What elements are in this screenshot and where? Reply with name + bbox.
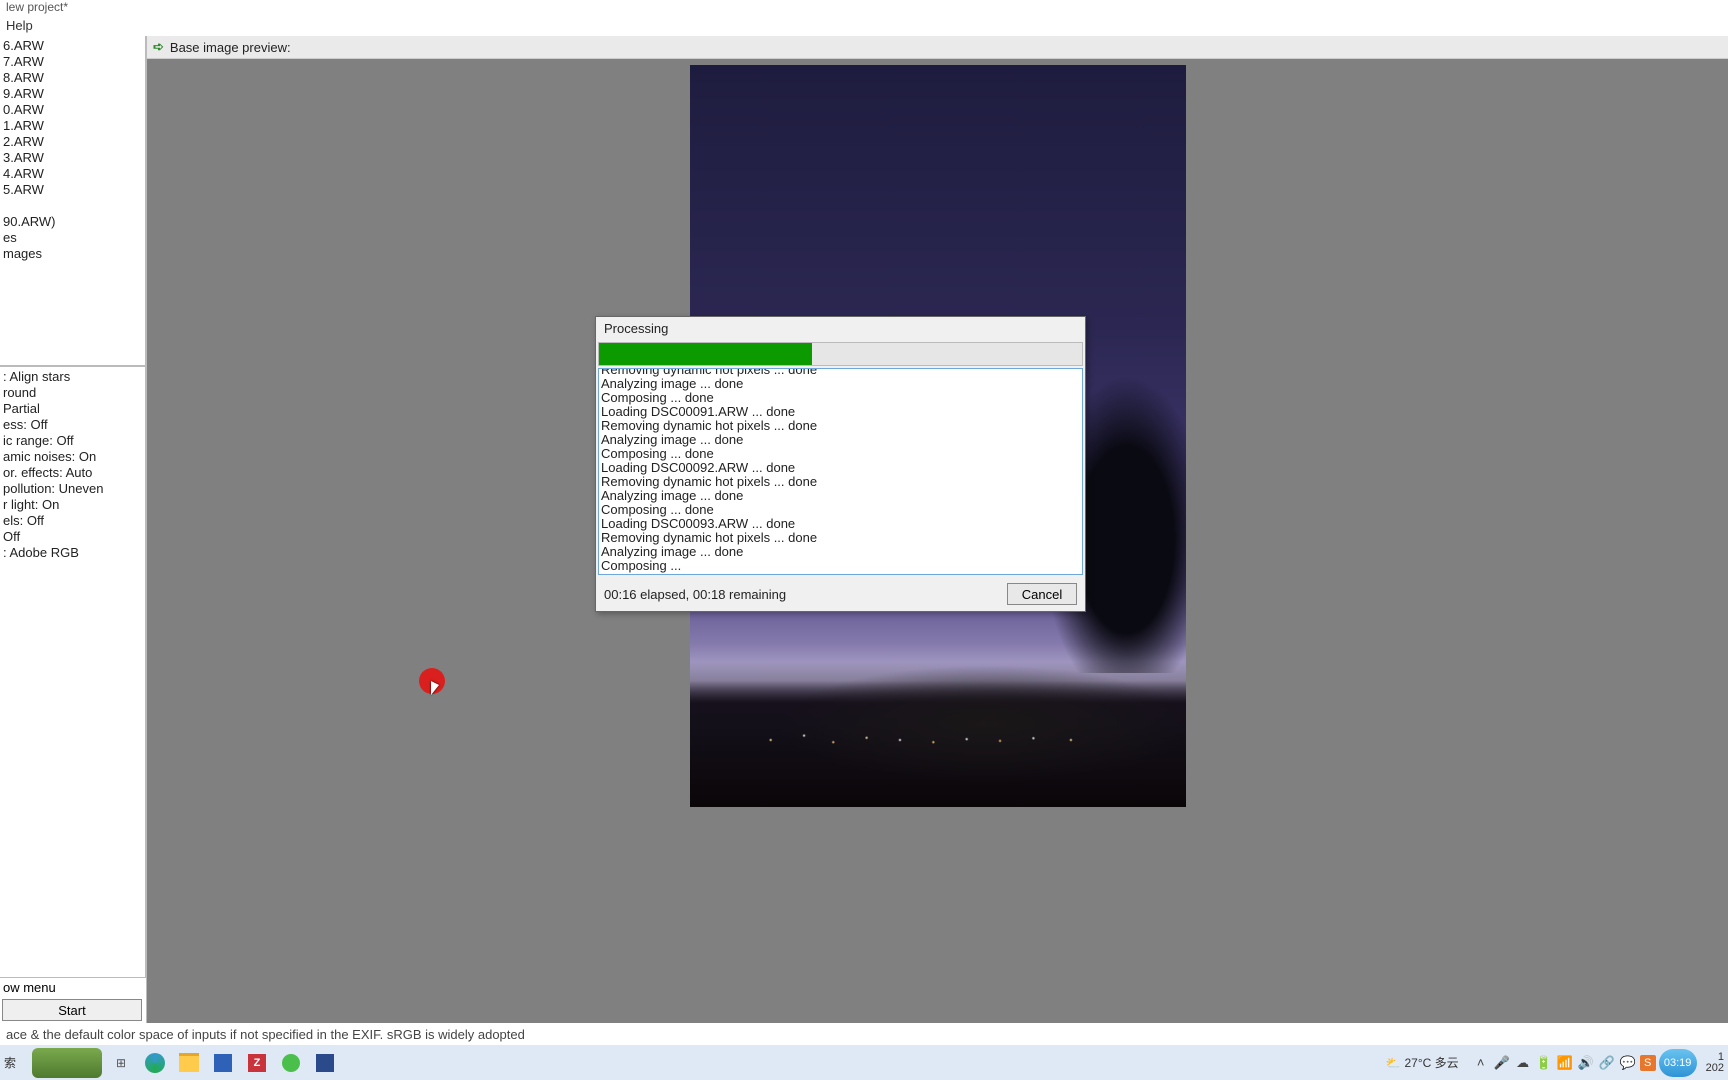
log-line: Loading DSC00093.ARW ... done [601, 517, 1080, 531]
list-item[interactable]: 5.ARW [3, 182, 142, 198]
processing-dialog: Processing Removing dynamic hot pixels .… [595, 316, 1086, 612]
log-line: Analyzing image ... done [601, 545, 1080, 559]
dialog-title: Processing [596, 317, 1085, 340]
list-item[interactable]: 1.ARW [3, 118, 142, 134]
setting-row[interactable]: amic noises: On [3, 449, 142, 465]
battery-icon[interactable]: 🔋 [1535, 1054, 1553, 1072]
log-line: Composing ... done [601, 391, 1080, 405]
setting-row[interactable]: : Align stars [3, 369, 142, 385]
setting-row[interactable]: or. effects: Auto [3, 465, 142, 481]
task-view-icon[interactable]: ⊞ [106, 1048, 136, 1078]
clock-pill[interactable]: 03:19 [1659, 1049, 1697, 1077]
window-title: lew project* [0, 0, 1728, 18]
list-item[interactable]: 2.ARW [3, 134, 142, 150]
clock-time: 1 [1706, 1052, 1724, 1063]
list-item[interactable]: 7.ARW [3, 54, 142, 70]
setting-row[interactable]: pollution: Uneven [3, 481, 142, 497]
preview-header-label: Base image preview: [170, 40, 291, 55]
mic-icon[interactable]: 🎤 [1493, 1054, 1511, 1072]
log-line: Composing ... done [601, 447, 1080, 461]
news-widget[interactable] [32, 1048, 102, 1078]
list-item[interactable]: 3.ARW [3, 150, 142, 166]
workflow-menu-link[interactable]: ow menu [0, 978, 146, 997]
log-line: Analyzing image ... done [601, 433, 1080, 447]
log-line: Composing ... [601, 559, 1080, 573]
setting-row[interactable]: ic range: Off [3, 433, 142, 449]
log-line: Loading DSC00091.ARW ... done [601, 405, 1080, 419]
preview-canvas[interactable]: Processing Removing dynamic hot pixels .… [147, 59, 1728, 1023]
app-icon-red[interactable]: Z [242, 1048, 272, 1078]
preview-header: ➪ Base image preview: [147, 36, 1728, 59]
taskbar: 索 ⊞ Z ⛅ 27°C 多云 ˄ 🎤 ☁ 🔋 📶 🔊 🔗 💬 S 03:19 [0, 1045, 1728, 1080]
list-item[interactable]: 90.ARW) [3, 214, 142, 230]
setting-row[interactable]: Off [3, 529, 142, 545]
list-item[interactable]: 9.ARW [3, 86, 142, 102]
list-item[interactable]: 8.ARW [3, 70, 142, 86]
log-line: Removing dynamic hot pixels ... done [601, 531, 1080, 545]
log-line: Composing ... done [601, 503, 1080, 517]
cursor-icon [431, 681, 439, 695]
setting-row[interactable]: : Adobe RGB [3, 545, 142, 561]
menubar: Help [0, 18, 1728, 36]
list-item[interactable]: 0.ARW [3, 102, 142, 118]
log-line: Removing dynamic hot pixels ... done [601, 419, 1080, 433]
store-icon[interactable] [208, 1048, 238, 1078]
volume-icon[interactable]: 🔊 [1577, 1054, 1595, 1072]
progress-bar [598, 342, 1083, 366]
log-line: Removing dynamic hot pixels ... done [601, 368, 1080, 377]
log-line: Analyzing image ... done [601, 377, 1080, 391]
elapsed-remaining-label: 00:16 elapsed, 00:18 remaining [604, 587, 1007, 602]
menu-help[interactable]: Help [6, 18, 33, 33]
file-list[interactable]: 6.ARW 7.ARW 8.ARW 9.ARW 0.ARW 1.ARW 2.AR… [0, 36, 146, 366]
onedrive-icon[interactable]: ☁ [1514, 1054, 1532, 1072]
search-input[interactable]: 索 [4, 1054, 28, 1071]
ime-icon[interactable]: S [1640, 1055, 1656, 1071]
wifi-icon[interactable]: 📶 [1556, 1054, 1574, 1072]
tray-expand-icon[interactable]: ˄ [1472, 1054, 1490, 1072]
start-button[interactable]: Start [2, 999, 142, 1021]
list-item[interactable]: 6.ARW [3, 38, 142, 54]
list-item[interactable]: es [3, 230, 142, 246]
weather-widget[interactable]: ⛅ 27°C 多云 [1386, 1054, 1459, 1071]
setting-row[interactable]: r light: On [3, 497, 142, 513]
log-line: Removing dynamic hot pixels ... done [601, 475, 1080, 489]
weather-icon: ⛅ [1386, 1056, 1401, 1070]
status-text: ace & the default color space of inputs … [6, 1027, 525, 1042]
clock[interactable]: 1 202 [1706, 1052, 1724, 1074]
list-item[interactable]: 4.ARW [3, 166, 142, 182]
edge-icon[interactable] [140, 1048, 170, 1078]
arrow-right-icon: ➪ [153, 39, 164, 55]
log-line: Analyzing image ... done [601, 489, 1080, 503]
log-line: Loading DSC00092.ARW ... done [601, 461, 1080, 475]
settings-list[interactable]: : Align stars round Partial ess: Off ic … [0, 366, 146, 978]
app-icon-green[interactable] [276, 1048, 306, 1078]
weather-text: 27°C 多云 [1404, 1054, 1458, 1071]
setting-row[interactable]: round [3, 385, 142, 401]
clock-date: 202 [1706, 1063, 1724, 1074]
sidebar: 6.ARW 7.ARW 8.ARW 9.ARW 0.ARW 1.ARW 2.AR… [0, 36, 147, 1023]
log-textarea[interactable]: Removing dynamic hot pixels ... doneAnal… [598, 368, 1083, 575]
message-icon[interactable]: 💬 [1619, 1054, 1637, 1072]
status-bar: ace & the default color space of inputs … [0, 1023, 1728, 1045]
link-icon[interactable]: 🔗 [1598, 1054, 1616, 1072]
app-icon-current[interactable] [310, 1048, 340, 1078]
setting-row[interactable]: els: Off [3, 513, 142, 529]
explorer-icon[interactable] [174, 1048, 204, 1078]
setting-row[interactable]: ess: Off [3, 417, 142, 433]
list-item[interactable]: mages [3, 246, 142, 262]
cancel-button[interactable]: Cancel [1007, 583, 1077, 605]
setting-row[interactable]: Partial [3, 401, 142, 417]
progress-fill [599, 343, 812, 365]
